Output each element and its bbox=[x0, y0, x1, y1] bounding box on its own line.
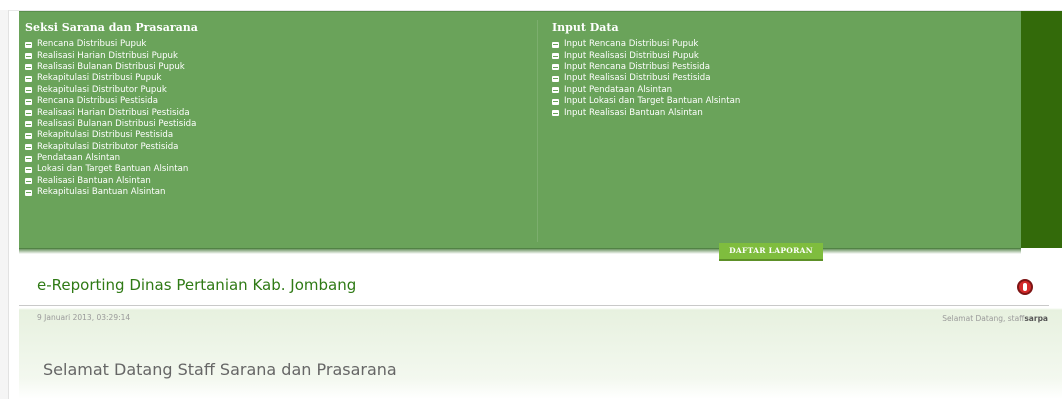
list-bullet-icon bbox=[552, 53, 559, 60]
menu-panel: Seksi Sarana dan Prasarana Rencana Distr… bbox=[19, 11, 1021, 249]
menu-item-rekapitulasi-distribusi-pupuk[interactable]: Rekapitulasi Distribusi Pupuk bbox=[25, 73, 198, 84]
list-bullet-icon bbox=[552, 87, 559, 94]
menu-item-label: Input Rencana Distribusi Pupuk bbox=[564, 39, 699, 50]
daftar-laporan-tab[interactable]: DAFTAR LAPORAN bbox=[719, 243, 823, 261]
list-bullet-icon bbox=[25, 155, 32, 162]
list-bullet-icon bbox=[25, 110, 32, 117]
menu-item-rekapitulasi-distribusi-pestisida[interactable]: Rekapitulasi Distribusi Pestisida bbox=[25, 130, 198, 141]
username: sarpa bbox=[1024, 314, 1048, 323]
left-rail bbox=[0, 10, 9, 399]
list-bullet-icon bbox=[25, 75, 32, 82]
menu-item-realisasi-harian-distribusi-pestisida[interactable]: Realisasi Harian Distribusi Pestisida bbox=[25, 107, 198, 118]
dark-side-strip bbox=[1021, 11, 1062, 248]
panel-shadow bbox=[19, 248, 1021, 254]
menu-item-label: Input Realisasi Bantuan Alsintan bbox=[564, 107, 703, 118]
alert-icon[interactable] bbox=[1017, 279, 1033, 295]
menu-column-heading: Input Data bbox=[552, 21, 619, 34]
menu-column-seksi: Seksi Sarana dan Prasarana Rencana Distr… bbox=[25, 21, 198, 198]
menu-item-input-rencana-distribusi-pupuk[interactable]: Input Rencana Distribusi Pupuk bbox=[552, 39, 740, 50]
top-strip bbox=[0, 0, 1062, 11]
list-bullet-icon bbox=[25, 64, 32, 71]
list-bullet-icon bbox=[25, 53, 32, 60]
menu-item-realisasi-bantuan-alsintan[interactable]: Realisasi Bantuan Alsintan bbox=[25, 176, 198, 187]
menu-item-rencana-distribusi-pupuk[interactable]: Rencana Distribusi Pupuk bbox=[25, 39, 198, 50]
menu-item-label: Realisasi Harian Distribusi Pupuk bbox=[37, 50, 178, 61]
list-bullet-icon bbox=[25, 144, 32, 151]
menu-item-label: Rencana Distribusi Pestisida bbox=[37, 96, 159, 107]
list-bullet-icon bbox=[25, 178, 32, 185]
menu-item-label: Input Rencana Distribusi Pestisida bbox=[564, 61, 710, 72]
menu-item-label: Input Pendataan Alsintan bbox=[564, 84, 673, 95]
list-bullet-icon bbox=[552, 64, 559, 71]
menu-item-label: Rekapitulasi Distribusi Pupuk bbox=[37, 73, 162, 84]
menu-item-label: Input Realisasi Distribusi Pupuk bbox=[564, 50, 699, 61]
menu-item-input-pendataan-alsintan[interactable]: Input Pendataan Alsintan bbox=[552, 85, 740, 96]
list-bullet-icon bbox=[552, 75, 559, 82]
menu-item-input-rencana-distribusi-pestisida[interactable]: Input Rencana Distribusi Pestisida bbox=[552, 62, 740, 73]
page-heading: Selamat Datang Staff Sarana dan Prasaran… bbox=[43, 360, 397, 379]
menu-item-label: Realisasi Harian Distribusi Pestisida bbox=[37, 107, 190, 118]
list-bullet-icon bbox=[552, 98, 559, 105]
menu-item-pendataan-alsintan[interactable]: Pendataan Alsintan bbox=[25, 153, 198, 164]
menu-item-label: Realisasi Bulanan Distribusi Pupuk bbox=[37, 61, 185, 72]
menu-item-label: Input Lokasi dan Target Bantuan Alsintan bbox=[564, 96, 741, 107]
menu-item-rekapitulasi-bantuan-alsintan[interactable]: Rekapitulasi Bantuan Alsintan bbox=[25, 187, 198, 198]
menu-item-rekapitulasi-distributor-pestisida[interactable]: Rekapitulasi Distributor Pestisida bbox=[25, 142, 198, 153]
menu-item-input-lokasi-target-bantuan-alsintan[interactable]: Input Lokasi dan Target Bantuan Alsintan bbox=[552, 96, 740, 107]
list-bullet-icon bbox=[552, 41, 559, 48]
list-bullet-icon bbox=[25, 189, 32, 196]
list-bullet-icon bbox=[25, 41, 32, 48]
menu-item-rencana-distribusi-pestisida[interactable]: Rencana Distribusi Pestisida bbox=[25, 96, 198, 107]
menu-item-realisasi-bulanan-distribusi-pestisida[interactable]: Realisasi Bulanan Distribusi Pestisida bbox=[25, 119, 198, 130]
menu-list-seksi: Rencana Distribusi Pupuk Realisasi Haria… bbox=[25, 39, 198, 198]
list-bullet-icon bbox=[552, 110, 559, 117]
list-bullet-icon bbox=[25, 132, 32, 139]
welcome-user: Selamat Datang, staffsarpa bbox=[942, 314, 1048, 323]
menu-item-input-realisasi-bantuan-alsintan[interactable]: Input Realisasi Bantuan Alsintan bbox=[552, 107, 740, 118]
menu-item-label: Rekapitulasi Distributor Pestisida bbox=[37, 141, 179, 152]
alert-icon-mark bbox=[1023, 283, 1027, 291]
menu-item-input-realisasi-distribusi-pupuk[interactable]: Input Realisasi Distribusi Pupuk bbox=[552, 50, 740, 61]
menu-item-realisasi-harian-distribusi-pupuk[interactable]: Realisasi Harian Distribusi Pupuk bbox=[25, 50, 198, 61]
menu-item-label: Rekapitulasi Distributor Pupuk bbox=[37, 84, 167, 95]
header-divider bbox=[19, 305, 1049, 306]
menu-item-label: Lokasi dan Target Bantuan Alsintan bbox=[37, 164, 189, 175]
menu-item-label: Pendataan Alsintan bbox=[37, 153, 121, 164]
menu-item-rekapitulasi-distributor-pupuk[interactable]: Rekapitulasi Distributor Pupuk bbox=[25, 85, 198, 96]
list-bullet-icon bbox=[25, 166, 32, 173]
menu-column-heading: Seksi Sarana dan Prasarana bbox=[25, 21, 198, 34]
menu-item-label: Realisasi Bantuan Alsintan bbox=[37, 175, 151, 186]
menu-item-input-realisasi-distribusi-pestisida[interactable]: Input Realisasi Distribusi Pestisida bbox=[552, 73, 740, 84]
site-title[interactable]: e-Reporting Dinas Pertanian Kab. Jombang bbox=[37, 276, 356, 294]
menu-item-lokasi-target-bantuan-alsintan[interactable]: Lokasi dan Target Bantuan Alsintan bbox=[25, 164, 198, 175]
menu-item-realisasi-bulanan-distribusi-pupuk[interactable]: Realisasi Bulanan Distribusi Pupuk bbox=[25, 62, 198, 73]
menu-item-label: Rekapitulasi Bantuan Alsintan bbox=[37, 187, 166, 198]
menu-item-label: Rekapitulasi Distribusi Pestisida bbox=[37, 130, 174, 141]
menu-item-label: Input Realisasi Distribusi Pestisida bbox=[564, 73, 711, 84]
menu-item-label: Realisasi Bulanan Distribusi Pestisida bbox=[37, 118, 197, 129]
list-bullet-icon bbox=[25, 121, 32, 128]
datetime-label: 9 Januari 2013, 03:29:14 bbox=[37, 313, 131, 322]
column-divider bbox=[537, 20, 538, 242]
welcome-prefix: Selamat Datang, staff bbox=[942, 314, 1025, 323]
menu-item-label: Rencana Distribusi Pupuk bbox=[37, 39, 147, 50]
list-bullet-icon bbox=[25, 98, 32, 105]
menu-list-input-data: Input Rencana Distribusi Pupuk Input Rea… bbox=[552, 39, 740, 119]
menu-column-input-data: Input Data Input Rencana Distribusi Pupu… bbox=[552, 21, 740, 119]
list-bullet-icon bbox=[25, 87, 32, 94]
